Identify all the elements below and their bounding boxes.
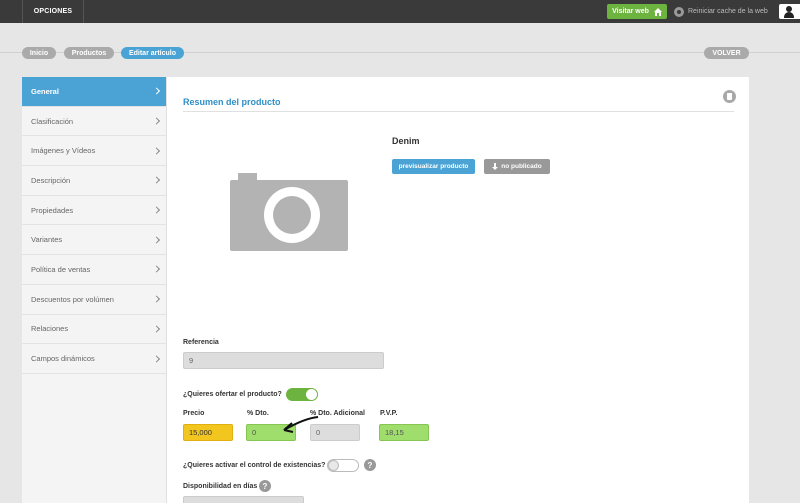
sidebar-item-campos-dinamicos[interactable]: Campos dinámicos	[22, 344, 166, 374]
trash-icon[interactable]	[723, 90, 736, 103]
sidebar-item-label: General	[31, 86, 59, 96]
reset-cache-label: Reiniciar cache de la web	[688, 8, 768, 15]
stock-toggle[interactable]	[327, 459, 359, 472]
chevron-right-icon	[152, 147, 161, 155]
chevron-right-icon	[152, 354, 161, 363]
arrow-down-icon	[492, 163, 499, 170]
title-divider	[183, 111, 734, 112]
breadcrumb-productos[interactable]: Productos	[64, 47, 114, 59]
chevron-right-icon	[152, 206, 161, 214]
chevron-right-icon	[152, 87, 161, 95]
availability-label: Disponibilidad en días	[183, 483, 258, 490]
refresh-icon	[674, 6, 684, 17]
offer-question-label: ¿Quieres ofertar el producto?	[183, 391, 282, 398]
main-content: Resumen del producto Denim previsualizar…	[183, 77, 749, 503]
pvp-input[interactable]	[379, 424, 429, 441]
chevron-right-icon	[152, 265, 161, 274]
sidebar-item-label: Relaciones	[31, 324, 69, 334]
breadcrumb-divider	[0, 52, 800, 53]
preview-product-button[interactable]: previsualizar producto	[392, 159, 475, 174]
home-icon	[653, 7, 662, 16]
pvp-label: P.V.P.	[380, 410, 398, 417]
availability-input[interactable]	[183, 496, 304, 503]
precio-input[interactable]	[183, 424, 233, 441]
top-bar: OPCIONES Visitar web Reiniciar cache de …	[0, 0, 800, 23]
edit-panel: General Clasificación Imágenes y Vídeos …	[22, 77, 749, 503]
sidebar-item-general[interactable]: General	[22, 77, 166, 107]
sidebar-item-variantes[interactable]: Variantes	[22, 225, 166, 256]
sidebar-item-label: Imágenes y Vídeos	[31, 146, 96, 156]
annotation-arrow-icon	[283, 416, 319, 433]
help-icon[interactable]: ?	[364, 459, 376, 471]
sidebar-item-label: Variantes	[31, 235, 63, 245]
toggle-knob	[328, 460, 339, 471]
offer-toggle[interactable]	[286, 388, 318, 401]
reset-cache-link[interactable]: Reiniciar cache de la web	[674, 5, 768, 18]
back-button[interactable]: VOLVER	[704, 47, 749, 59]
options-tab[interactable]: OPCIONES	[22, 0, 84, 23]
referencia-label: Referencia	[183, 339, 219, 346]
sidebar-item-politica-ventas[interactable]: Política de ventas	[22, 255, 166, 285]
chevron-right-icon	[152, 325, 161, 333]
unpublished-label: no publicado	[501, 163, 542, 170]
sidebar-item-label: Campos dinámicos	[31, 354, 95, 364]
product-name: Denim	[392, 136, 420, 146]
sidebar: General Clasificación Imágenes y Vídeos …	[22, 77, 167, 503]
camera-lens-inner	[273, 196, 311, 234]
sidebar-item-relaciones[interactable]: Relaciones	[22, 315, 166, 345]
section-title: Resumen del producto	[183, 97, 281, 107]
sidebar-item-label: Descuentos por volúmen	[31, 294, 114, 304]
referencia-input[interactable]	[183, 352, 384, 369]
dto-label: % Dto.	[247, 410, 269, 417]
sidebar-item-imagenes[interactable]: Imágenes y Vídeos	[22, 136, 166, 167]
sidebar-item-label: Descripción	[31, 175, 71, 185]
help-icon[interactable]: ?	[259, 480, 271, 492]
toggle-knob	[306, 389, 317, 400]
sidebar-item-clasificacion[interactable]: Clasificación	[22, 107, 166, 137]
sidebar-item-descripcion[interactable]: Descripción	[22, 166, 166, 196]
chevron-right-icon	[152, 176, 161, 184]
sidebar-item-label: Propiedades	[31, 205, 74, 215]
visit-web-button[interactable]: Visitar web	[607, 4, 667, 19]
unpublished-button[interactable]: no publicado	[484, 159, 550, 174]
chevron-right-icon	[152, 117, 161, 125]
user-button[interactable]	[779, 4, 800, 19]
precio-label: Precio	[183, 410, 205, 417]
sidebar-item-label: Clasificación	[31, 116, 74, 126]
chevron-right-icon	[152, 236, 161, 244]
stock-question-label: ¿Quieres activar el control de existenci…	[183, 462, 326, 469]
chevron-right-icon	[152, 295, 161, 303]
breadcrumb-inicio[interactable]: Inicio	[22, 47, 56, 59]
breadcrumb-editar-articulo[interactable]: Editar artículo	[121, 47, 184, 59]
sidebar-item-label: Política de ventas	[31, 264, 91, 274]
user-icon-body	[784, 12, 794, 18]
visit-web-label: Visitar web	[612, 8, 649, 15]
camera-icon	[230, 173, 348, 251]
sidebar-item-descuentos[interactable]: Descuentos por volúmen	[22, 285, 166, 315]
sidebar-item-propiedades[interactable]: Propiedades	[22, 196, 166, 226]
